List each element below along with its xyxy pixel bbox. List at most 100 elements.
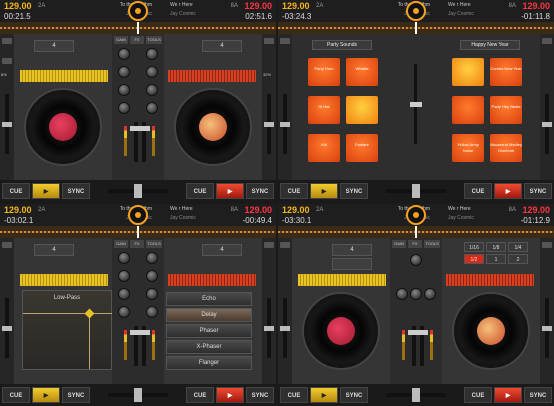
right-cue-button[interactable]: CUE: [464, 387, 492, 403]
tab-gain[interactable]: GAIN: [114, 240, 128, 248]
sampler-pad[interactable]: Party Hey Beats: [490, 96, 522, 124]
right-pitch-stepper[interactable]: 4: [202, 244, 242, 256]
right-mid-knob[interactable]: [146, 84, 158, 96]
sampler-pad[interactable]: Hi Hat: [308, 96, 340, 124]
loop-size-1-8[interactable]: 1/8: [486, 242, 506, 252]
left-play-button[interactable]: ▶: [32, 183, 60, 199]
fx-item-phaser[interactable]: Phaser: [166, 324, 252, 338]
sampler-volume-handle[interactable]: [410, 102, 422, 107]
left-gain-knob[interactable]: [118, 48, 130, 60]
sampler-pad[interactable]: Party Horn: [308, 58, 340, 86]
mid-fx-knob[interactable]: [410, 288, 422, 300]
right-bank-selector[interactable]: Happy New Year: [460, 40, 520, 50]
right-sync-button[interactable]: SYNC: [524, 387, 552, 403]
loop-size-1-4[interactable]: 1/4: [508, 242, 528, 252]
sampler-pad[interactable]: Yellow Army Noise: [452, 134, 484, 162]
right-zoom-waveform[interactable]: [446, 274, 534, 286]
left-pitch-up[interactable]: [2, 58, 12, 64]
left-play-button[interactable]: ▶: [310, 183, 338, 199]
left-load-icon[interactable]: [280, 242, 290, 248]
left-sync-button[interactable]: SYNC: [340, 183, 368, 199]
tab-gain[interactable]: GAIN: [114, 36, 128, 44]
left-zoom-waveform[interactable]: [20, 70, 108, 82]
left-pitch-handle[interactable]: [2, 326, 12, 331]
right-sync-button[interactable]: SYNC: [524, 183, 552, 199]
fx-item-delay[interactable]: Delay: [166, 308, 252, 322]
overview-waveform[interactable]: [0, 22, 276, 34]
right-gain-knob[interactable]: [146, 252, 158, 264]
right-play-button[interactable]: ▶: [494, 183, 522, 199]
crossfader-handle[interactable]: [412, 388, 420, 402]
right-high-knob[interactable]: [146, 270, 158, 282]
left-low-knob[interactable]: [118, 306, 130, 318]
crossfader-handle[interactable]: [412, 184, 420, 198]
right-pitch-stepper[interactable]: 4: [202, 40, 242, 52]
tab-fx[interactable]: FX: [130, 240, 144, 248]
right-play-button[interactable]: ▶: [216, 387, 244, 403]
left-sync-button[interactable]: SYNC: [340, 387, 368, 403]
right-turntable[interactable]: [452, 292, 530, 370]
right-sync-button[interactable]: SYNC: [246, 387, 274, 403]
fx-item-x-phaser[interactable]: X-Phaser: [166, 340, 252, 354]
left-turntable[interactable]: [302, 292, 380, 370]
filter-handle-icon[interactable]: [84, 308, 95, 319]
left-play-button[interactable]: ▶: [310, 387, 338, 403]
menu-logo-button[interactable]: [406, 205, 426, 225]
right-low-knob[interactable]: [146, 306, 158, 318]
loop-size-1-16[interactable]: 1/16: [464, 242, 484, 252]
right-gain-knob[interactable]: [146, 48, 158, 60]
left-loop-move[interactable]: [332, 258, 372, 270]
right-fx-knob[interactable]: [424, 288, 436, 300]
right-mid-knob[interactable]: [146, 288, 158, 300]
right-play-button[interactable]: ▶: [494, 387, 522, 403]
right-pitch-handle[interactable]: [264, 122, 274, 127]
sampler-pad[interactable]: [452, 96, 484, 124]
crossfader-handle[interactable]: [134, 388, 142, 402]
loop-size-1[interactable]: 1: [486, 254, 506, 264]
left-sync-button[interactable]: SYNC: [62, 183, 90, 199]
tab-tools[interactable]: TOOLS: [424, 240, 440, 248]
sampler-pad[interactable]: Kid: [308, 134, 340, 162]
right-zoom-waveform[interactable]: [168, 274, 256, 286]
left-mid-knob[interactable]: [118, 288, 130, 300]
left-cue-button[interactable]: CUE: [280, 183, 308, 199]
sampler-pad[interactable]: [346, 96, 378, 124]
fx-item-echo[interactable]: Echo: [166, 292, 252, 306]
left-zoom-waveform[interactable]: [20, 274, 108, 286]
right-load-icon[interactable]: [542, 242, 552, 248]
tab-fx[interactable]: FX: [130, 36, 144, 44]
left-high-knob[interactable]: [118, 66, 130, 78]
left-pitch-handle[interactable]: [280, 326, 290, 331]
left-pitch-handle[interactable]: [280, 122, 290, 127]
right-pitch-handle[interactable]: [542, 326, 552, 331]
left-pitch-stepper[interactable]: 4: [34, 40, 74, 52]
left-play-button[interactable]: ▶: [32, 387, 60, 403]
left-cue-button[interactable]: CUE: [2, 387, 30, 403]
left-turntable[interactable]: [24, 88, 102, 166]
left-gain-knob[interactable]: [118, 252, 130, 264]
left-pitch-handle[interactable]: [2, 122, 12, 127]
right-cue-button[interactable]: CUE: [464, 183, 492, 199]
right-cue-button[interactable]: CUE: [186, 183, 214, 199]
right-turntable[interactable]: [174, 88, 252, 166]
right-pitch-handle[interactable]: [264, 326, 274, 331]
right-load-icon[interactable]: [542, 38, 552, 44]
loop-size-2[interactable]: 2: [508, 254, 528, 264]
sampler-pad[interactable]: Whistle: [346, 58, 378, 86]
left-fx-knob[interactable]: [396, 288, 408, 300]
right-play-button[interactable]: ▶: [216, 183, 244, 199]
right-channel-handle[interactable]: [416, 330, 428, 335]
left-low-knob[interactable]: [118, 102, 130, 114]
sampler-pad[interactable]: Macarena Medley Overtone: [490, 134, 522, 162]
right-load-icon[interactable]: [264, 242, 274, 248]
tab-gain[interactable]: GAIN: [392, 240, 406, 248]
tab-fx[interactable]: FX: [408, 240, 422, 248]
right-sync-button[interactable]: SYNC: [246, 183, 274, 199]
right-high-knob[interactable]: [146, 66, 158, 78]
left-loop-stepper[interactable]: 4: [332, 244, 372, 256]
filter-xy-pad[interactable]: Low-Pass: [22, 290, 113, 370]
right-pitch-handle[interactable]: [542, 122, 552, 127]
menu-logo-button[interactable]: [128, 205, 148, 225]
left-pitch-stepper[interactable]: 4: [34, 244, 74, 256]
right-zoom-waveform[interactable]: [168, 70, 256, 82]
